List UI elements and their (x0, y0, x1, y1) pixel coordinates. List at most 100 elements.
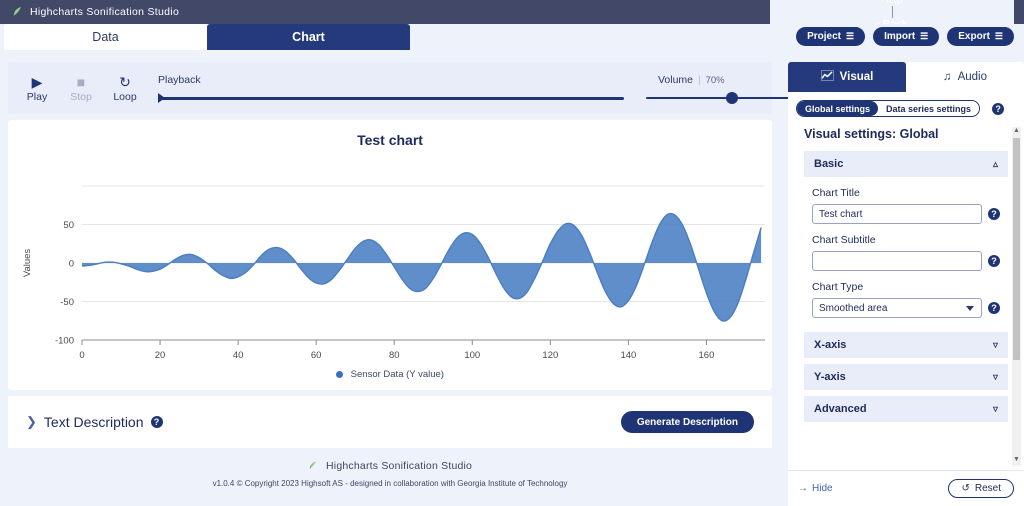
chevron-right-icon[interactable]: ❯ (26, 414, 37, 430)
svg-text:120: 120 (542, 350, 558, 361)
top-bar: Highcharts Sonification Studio Help ‹ Ba… (0, 0, 1024, 30)
left-column: ▶ Play ■ Stop ↻ Loop Playback Volume | 7… (0, 56, 804, 506)
stop-label: Stop (70, 90, 92, 103)
section-y-axis-label: Y-axis (814, 371, 846, 383)
settings-heading: Visual settings: Global (804, 127, 939, 141)
scroll-up-arrow-icon[interactable]: ▲ (1012, 127, 1021, 137)
settings-scope-row: Global settings Data series settings ? (788, 92, 1024, 123)
scrollbar-thumb[interactable] (1013, 138, 1020, 360)
footer-brand-label: Highcharts Sonification Studio (326, 460, 473, 472)
tab-audio-label: Audio (957, 71, 988, 83)
hide-label: Hide (812, 483, 833, 494)
chart-title-input[interactable] (812, 204, 982, 224)
chevron-up-icon: ▵ (992, 158, 998, 170)
section-y-axis[interactable]: Y-axis ▿ (804, 364, 1008, 390)
export-label: Export (958, 31, 990, 42)
text-description-title: Text Description (43, 414, 144, 430)
section-basic[interactable]: Basic ▵ (804, 151, 1008, 177)
volume-slider[interactable] (640, 91, 810, 104)
chart-title: Test chart (357, 132, 423, 148)
svg-text:0: 0 (79, 350, 84, 361)
chart-plot[interactable]: 0 20 40 60 80 100 120 140 160 -100 -50 0 50 Values (8, 148, 772, 378)
question-mark-icon[interactable]: ? (988, 255, 1000, 267)
import-label: Import (884, 31, 916, 42)
stop-icon: ■ (76, 73, 86, 90)
arrow-right-icon: → (798, 483, 808, 494)
export-button[interactable]: Export ☰ (947, 27, 1014, 46)
section-x-axis[interactable]: X-axis ▿ (804, 332, 1008, 358)
header-buttons: Project ☰ Import ☰ Export ☰ (796, 24, 1024, 46)
app-root: Highcharts Sonification Studio Help ‹ Ba… (0, 0, 1024, 506)
import-button[interactable]: Import ☰ (873, 27, 940, 46)
chart-subtitle-input[interactable] (812, 251, 982, 271)
segment-data-series-settings[interactable]: Data series settings (878, 101, 980, 116)
right-column: Visual ♫ Audio Global settings Data seri… (780, 56, 1024, 506)
volume-handle[interactable] (725, 91, 738, 104)
tab-row: Data Chart Project ☰ Import ☰ Export ☰ (0, 24, 1024, 56)
settings-scroll-area[interactable]: Visual settings: Global Basic ▵ Chart Ti… (788, 123, 1024, 470)
chart-title-row: ? (812, 204, 1000, 224)
svg-text:160: 160 (699, 350, 715, 361)
music-note-icon: ♫ (942, 71, 952, 83)
section-advanced[interactable]: Advanced ▿ (804, 396, 1008, 422)
chart-type-value: Smoothed area (819, 302, 888, 314)
generate-description-button[interactable]: Generate Description (620, 411, 754, 433)
scroll-down-arrow-icon[interactable]: ▼ (1012, 456, 1021, 466)
legend-marker-icon (336, 370, 344, 378)
reset-button[interactable]: ↺ Reset (948, 479, 1014, 498)
hide-button[interactable]: → Hide (798, 483, 833, 494)
playback-label: Playback (158, 73, 201, 86)
hamburger-icon: ☰ (845, 31, 855, 41)
highcharts-leaf-icon (308, 460, 321, 472)
chart-type-select[interactable]: Smoothed area (812, 298, 982, 318)
footer-brand: Highcharts Sonification Studio (0, 460, 780, 472)
tab-chart[interactable]: Chart (207, 24, 410, 50)
tab-data[interactable]: Data (4, 24, 207, 50)
body: ▶ Play ■ Stop ↻ Loop Playback Volume | 7… (0, 56, 1024, 506)
right-panel-footer: → Hide ↺ Reset (788, 470, 1024, 506)
loop-button[interactable]: ↻ Loop (110, 74, 140, 103)
refresh-icon: ↺ (961, 483, 970, 494)
right-panel: Global settings Data series settings ? V… (788, 92, 1024, 506)
chart-card: Test chart 0 20 40 60 80 100 120 140 160 -100 -50 0… (8, 120, 772, 390)
chart-legend[interactable]: Sensor Data (Y value) (8, 369, 772, 380)
transport-controls: ▶ Play ■ Stop ↻ Loop (22, 74, 140, 103)
play-icon: ▶ (31, 73, 43, 90)
hamburger-icon: ☰ (994, 31, 1003, 41)
svg-text:60: 60 (311, 350, 322, 361)
text-description-bar: ❯ Text Description ? Generate Descriptio… (8, 396, 772, 448)
caret-down-icon (966, 305, 974, 311)
loop-icon: ↻ (119, 73, 131, 90)
stop-button[interactable]: ■ Stop (66, 74, 96, 103)
project-button[interactable]: Project ☰ (796, 27, 866, 46)
playback-slider[interactable] (158, 92, 624, 103)
chart-title-label: Chart Title (812, 187, 860, 199)
play-label: Play (26, 90, 48, 103)
reset-label: Reset (974, 483, 1001, 494)
question-mark-icon[interactable]: ? (988, 208, 1000, 220)
legend-label: Sensor Data (Y value) (350, 369, 444, 380)
svg-text:Values: Values (22, 249, 33, 278)
section-advanced-label: Advanced (814, 403, 867, 415)
chart-line-icon (820, 70, 834, 84)
chart-subtitle-label: Chart Subtitle (812, 234, 876, 246)
svg-text:20: 20 (155, 350, 166, 361)
section-x-axis-label: X-axis (814, 339, 847, 351)
playback-rail (158, 96, 624, 100)
section-basic-content: Chart Title ? Chart Subtitle ? Chart Typ… (804, 187, 1008, 326)
chart-subtitle-row: ? (812, 251, 1000, 271)
settings-scrollbar[interactable]: ▲ ▼ (1012, 127, 1021, 466)
playback-panel: ▶ Play ■ Stop ↻ Loop Playback Volume | 7… (8, 62, 804, 114)
svg-text:50: 50 (63, 220, 74, 231)
segment-global-settings[interactable]: Global settings (797, 101, 879, 116)
chart-type-row: Smoothed area ? (812, 298, 1000, 318)
question-mark-icon[interactable]: ? (992, 102, 1005, 115)
question-mark-icon[interactable]: ? (988, 302, 1000, 314)
highcharts-leaf-icon (10, 5, 24, 19)
tab-audio[interactable]: ♫ Audio (906, 62, 1024, 92)
app-title: Highcharts Sonification Studio (30, 6, 180, 18)
playback-handle[interactable] (158, 92, 165, 103)
question-mark-icon[interactable]: ? (150, 416, 163, 428)
play-button[interactable]: ▶ Play (22, 74, 52, 103)
tab-visual[interactable]: Visual (788, 62, 906, 92)
